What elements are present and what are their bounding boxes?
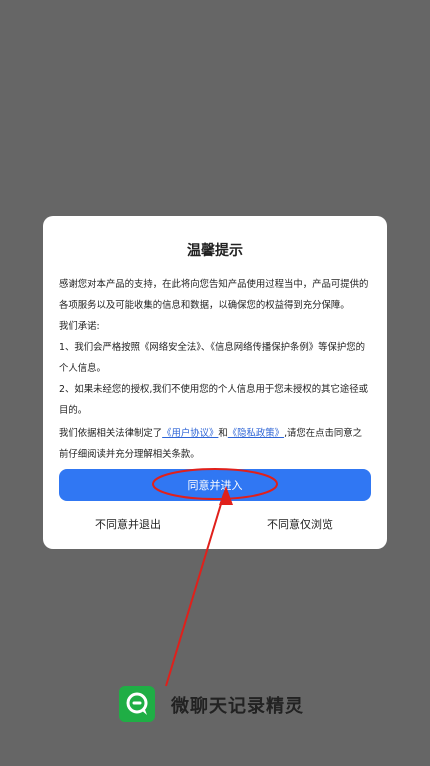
promise-heading: 我们承诺: — [59, 321, 100, 332]
promise-item-1: 1、我们会严格按照《网络安全法》、《信息网络传播保护条例》等保护您的个人信息。 — [59, 342, 365, 374]
intro-paragraph: 感谢您对本产品的支持，在此将向您告知产品使用过程当中，产品可提供的各项服务以及可… — [59, 279, 369, 311]
policy-prefix: 我们依据相关法律制定了 — [59, 428, 163, 439]
brand-name: 微聊天记录精灵 — [171, 696, 304, 717]
dialog-body: 感谢您对本产品的支持，在此将向您告知产品使用过程当中，产品可提供的各项服务以及可… — [59, 274, 371, 465]
agree-enter-button[interactable]: 同意并进入 — [59, 469, 371, 501]
consent-dialog: 温馨提示 感谢您对本产品的支持，在此将向您告知产品使用过程当中，产品可提供的各项… — [43, 216, 387, 549]
user-agreement-link[interactable]: 《用户协议》 — [162, 428, 218, 439]
disagree-browse-button[interactable]: 不同意仅浏览 — [267, 516, 333, 532]
policy-and: 和 — [218, 428, 228, 439]
promise-item-2: 2、如果未经您的授权,我们不使用您的个人信息用于您未授权的其它途径或目的。 — [59, 384, 368, 416]
dialog-title: 温馨提示 — [187, 243, 243, 259]
privacy-policy-link[interactable]: 《隐私政策》 — [228, 428, 284, 439]
chat-bubble-icon — [119, 686, 155, 722]
policy-paragraph: 我们依据相关法律制定了《用户协议》和《隐私政策》,请您在点击同意之前仔细阅读并充… — [59, 423, 371, 465]
brand-watermark: 微聊天记录精灵 — [119, 686, 339, 722]
disagree-exit-button[interactable]: 不同意并退出 — [95, 516, 161, 532]
secondary-actions: 不同意并退出 不同意仅浏览 — [43, 516, 387, 536]
